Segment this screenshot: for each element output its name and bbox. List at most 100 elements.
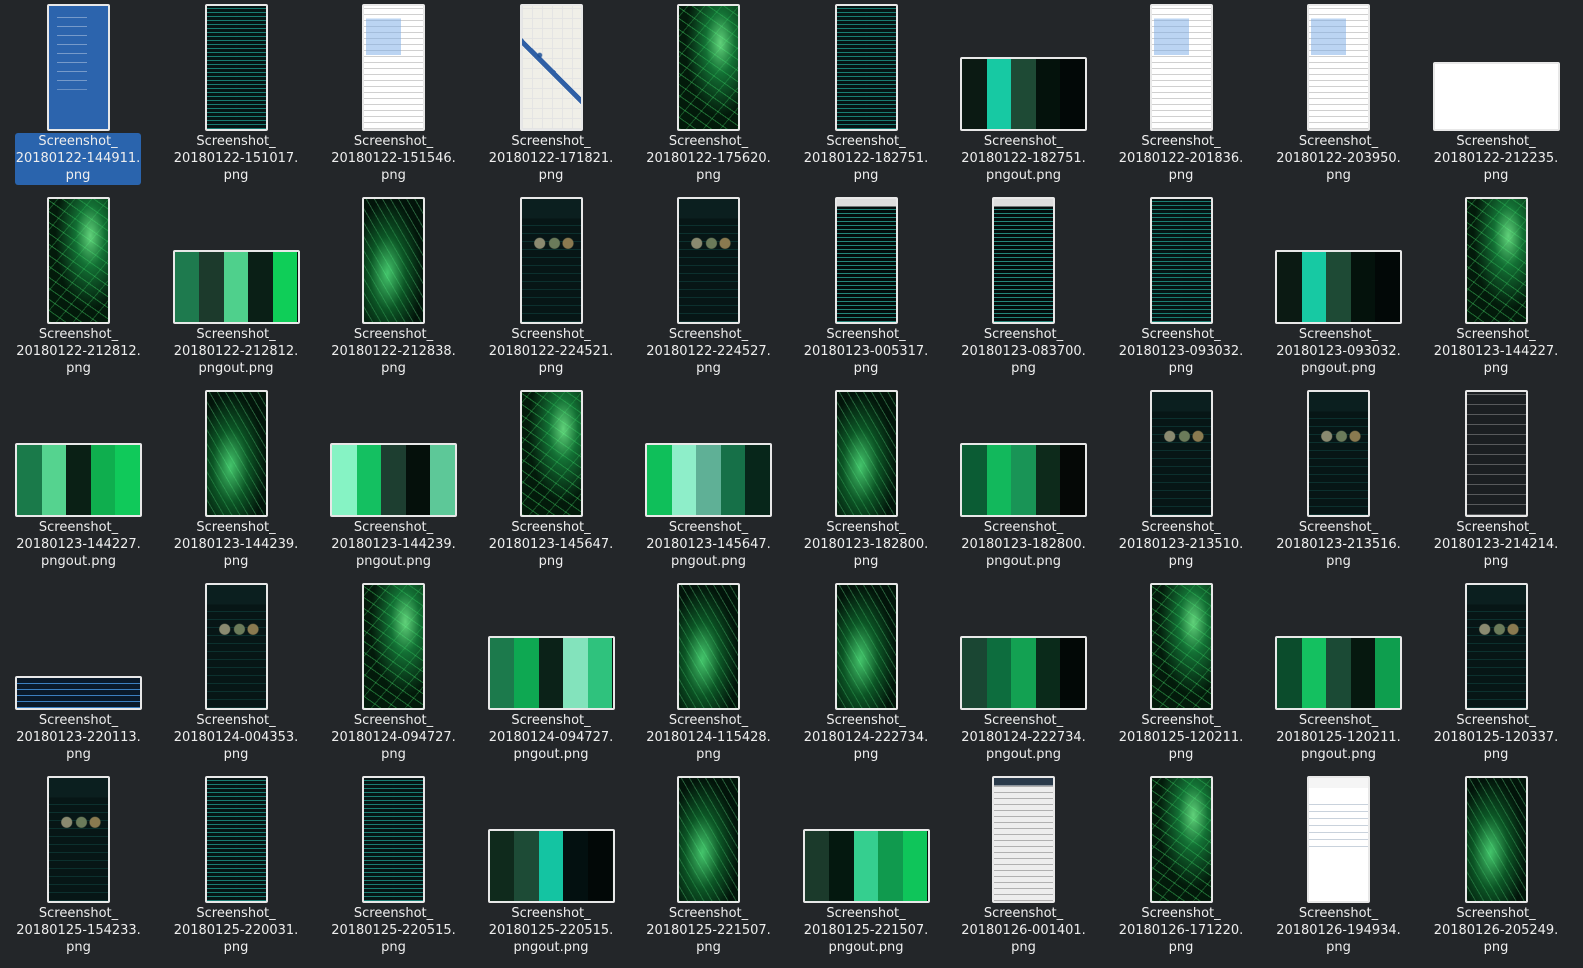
file-name-line: Screenshot_ — [353, 520, 434, 535]
file-item[interactable]: Screenshot_ 20180126-194934. png — [1260, 775, 1417, 968]
file-item[interactable]: Screenshot_ 20180123-144227. pngout.png — [0, 389, 157, 582]
file-name: Screenshot_ 20180123-144239. pngout.png — [315, 519, 472, 570]
thumbnail-area — [1418, 3, 1575, 131]
file-name: Screenshot_ 20180122-224521. png — [473, 326, 630, 377]
color-swatch — [405, 445, 431, 515]
file-item[interactable]: Screenshot_ 20180123-213516. png — [1260, 389, 1417, 582]
color-swatch — [563, 638, 588, 708]
file-item[interactable]: Screenshot_ 20180125-120337. png — [1418, 582, 1575, 775]
file-item[interactable]: Screenshot_ 20180123-145647. png — [473, 389, 630, 582]
file-item[interactable]: Screenshot_ 20180125-120211. pngout.png — [1260, 582, 1417, 775]
file-item[interactable]: Screenshot_ 20180125-154233. png — [0, 775, 157, 968]
file-item[interactable]: Screenshot_ 20180124-004353. png — [158, 582, 315, 775]
image-thumbnail — [519, 197, 583, 324]
file-item[interactable]: Screenshot_ 20180125-221507. pngout.png — [788, 775, 945, 968]
file-name: Screenshot_ 20180122-212838. png — [315, 326, 472, 377]
file-name-line: 20180123-005317. — [803, 344, 929, 359]
color-swatch — [804, 831, 830, 901]
file-item[interactable]: Screenshot_ 20180125-220515. png — [315, 775, 472, 968]
file-item[interactable]: Screenshot_ 20180124-115428. png — [630, 582, 787, 775]
file-name: Screenshot_ 20180125-220031. png — [158, 905, 315, 956]
file-name: Screenshot_ 20180124-004353. png — [158, 712, 315, 763]
file-item[interactable]: Screenshot_ 20180122-224521. png — [473, 196, 630, 389]
file-name-line: 20180122-224527. — [646, 344, 771, 359]
thumbnail-area — [788, 196, 945, 324]
thumbnail-area — [1260, 3, 1417, 131]
file-item[interactable]: Screenshot_ 20180122-212812. png — [0, 196, 157, 389]
file-name-line: png — [381, 361, 406, 376]
file-item[interactable]: Screenshot_ 20180123-144239. png — [158, 389, 315, 582]
file-item[interactable]: Screenshot_ 20180122-201836. png — [1103, 3, 1260, 196]
palette-thumbnail — [645, 443, 772, 517]
file-item[interactable]: Screenshot_ 20180123-144227. png — [1418, 196, 1575, 389]
color-swatches — [962, 638, 1085, 708]
file-name: Screenshot_ 20180122-182751. pngout.png — [945, 133, 1102, 184]
file-item[interactable]: Screenshot_ 20180122-182751. pngout.png — [945, 3, 1102, 196]
file-item[interactable]: Screenshot_ 20180123-182800. pngout.png — [945, 389, 1102, 582]
palette-thumbnail — [1275, 250, 1402, 324]
file-item[interactable]: Screenshot_ 20180125-220031. png — [158, 775, 315, 968]
file-item[interactable]: Screenshot_ 20180122-203950. png — [1260, 3, 1417, 196]
file-item[interactable]: Screenshot_ 20180126-001401. png — [945, 775, 1102, 968]
file-name-line: png — [1168, 361, 1194, 376]
thumbnail-area — [158, 582, 315, 710]
file-item[interactable]: Screenshot_ 20180122-151546. png — [315, 3, 472, 196]
file-name-line: 20180122-175620. — [646, 151, 771, 166]
thumbnail-area — [315, 3, 472, 131]
color-swatch — [489, 831, 515, 901]
file-item[interactable]: Screenshot_ 20180122-151017. png — [158, 3, 315, 196]
color-swatches — [1277, 252, 1400, 322]
file-item[interactable]: Screenshot_ 20180122-212812. pngout.png — [158, 196, 315, 389]
file-item[interactable]: Screenshot_ 20180123-005317. png — [788, 196, 945, 389]
image-thumbnail — [1307, 4, 1370, 131]
image-thumbnail — [1432, 62, 1560, 131]
file-item[interactable]: Screenshot_ 20180122-212235. png — [1418, 3, 1575, 196]
file-item[interactable]: Screenshot_ 20180125-120211. png — [1103, 582, 1260, 775]
file-name-line: png — [223, 940, 249, 955]
file-name-line: 20180124-094727. — [488, 730, 614, 745]
file-item[interactable]: Screenshot_ 20180123-220113. png — [0, 582, 157, 775]
file-name: Screenshot_ 20180123-144227. pngout.png — [0, 519, 157, 570]
file-item[interactable]: Screenshot_ 20180122-212838. png — [315, 196, 472, 389]
file-item[interactable]: Screenshot_ 20180123-182800. png — [788, 389, 945, 582]
file-name-line: png — [1168, 940, 1194, 955]
color-swatches — [489, 831, 613, 901]
file-item[interactable]: Screenshot_ 20180123-144239. pngout.png — [315, 389, 472, 582]
file-item[interactable]: Screenshot_ 20180126-171220. png — [1103, 775, 1260, 968]
file-item[interactable]: Screenshot_ 20180122-175620. png — [630, 3, 787, 196]
file-name: Screenshot_ 20180124-222734. png — [788, 712, 945, 763]
file-item[interactable]: Screenshot_ 20180123-213510. png — [1103, 389, 1260, 582]
file-item[interactable]: Screenshot_ 20180123-214214. png — [1418, 389, 1575, 582]
file-name-line: Screenshot_ — [1141, 713, 1221, 728]
file-item[interactable]: Screenshot_ 20180123-145647. pngout.png — [630, 389, 787, 582]
file-name-line: Screenshot_ — [38, 906, 119, 921]
file-name: Screenshot_ 20180126-194934. png — [1260, 905, 1417, 956]
file-name-line: Screenshot_ — [196, 520, 276, 535]
file-item[interactable]: Screenshot_ 20180124-094727. png — [315, 582, 472, 775]
thumbnail-area — [788, 582, 945, 710]
thumbnail-area — [945, 196, 1102, 324]
color-swatch — [248, 252, 273, 322]
image-thumbnail — [677, 583, 740, 710]
file-item[interactable]: Screenshot_ 20180122-182751. png — [788, 3, 945, 196]
file-item[interactable]: Screenshot_ 20180122-224527. png — [630, 196, 787, 389]
color-swatch — [489, 638, 515, 708]
image-thumbnail — [1464, 197, 1528, 324]
file-name-line: pngout.png — [513, 940, 589, 955]
file-item[interactable]: Screenshot_ 20180126-205249. png — [1418, 775, 1575, 968]
file-item[interactable]: Screenshot_ 20180124-094727. pngout.png — [473, 582, 630, 775]
file-name-line: Screenshot_ — [196, 327, 276, 342]
palette-thumbnail — [1275, 636, 1402, 710]
file-item[interactable]: Screenshot_ 20180122-144911. png — [0, 3, 157, 196]
file-item[interactable]: Screenshot_ 20180123-083700. png — [945, 196, 1102, 389]
file-item[interactable]: Screenshot_ 20180123-093032. pngout.png — [1260, 196, 1417, 389]
file-item[interactable]: Screenshot_ 20180122-171821. png — [473, 3, 630, 196]
file-item[interactable]: Screenshot_ 20180124-222734. pngout.png — [945, 582, 1102, 775]
file-item[interactable]: Screenshot_ 20180124-222734. png — [788, 582, 945, 775]
color-swatches — [804, 831, 928, 901]
file-item[interactable]: Screenshot_ 20180125-220515. pngout.png — [473, 775, 630, 968]
file-name: Screenshot_ 20180123-182800. png — [788, 519, 945, 570]
palette-thumbnail — [960, 57, 1087, 131]
file-item[interactable]: Screenshot_ 20180123-093032. png — [1103, 196, 1260, 389]
file-item[interactable]: Screenshot_ 20180125-221507. png — [630, 775, 787, 968]
